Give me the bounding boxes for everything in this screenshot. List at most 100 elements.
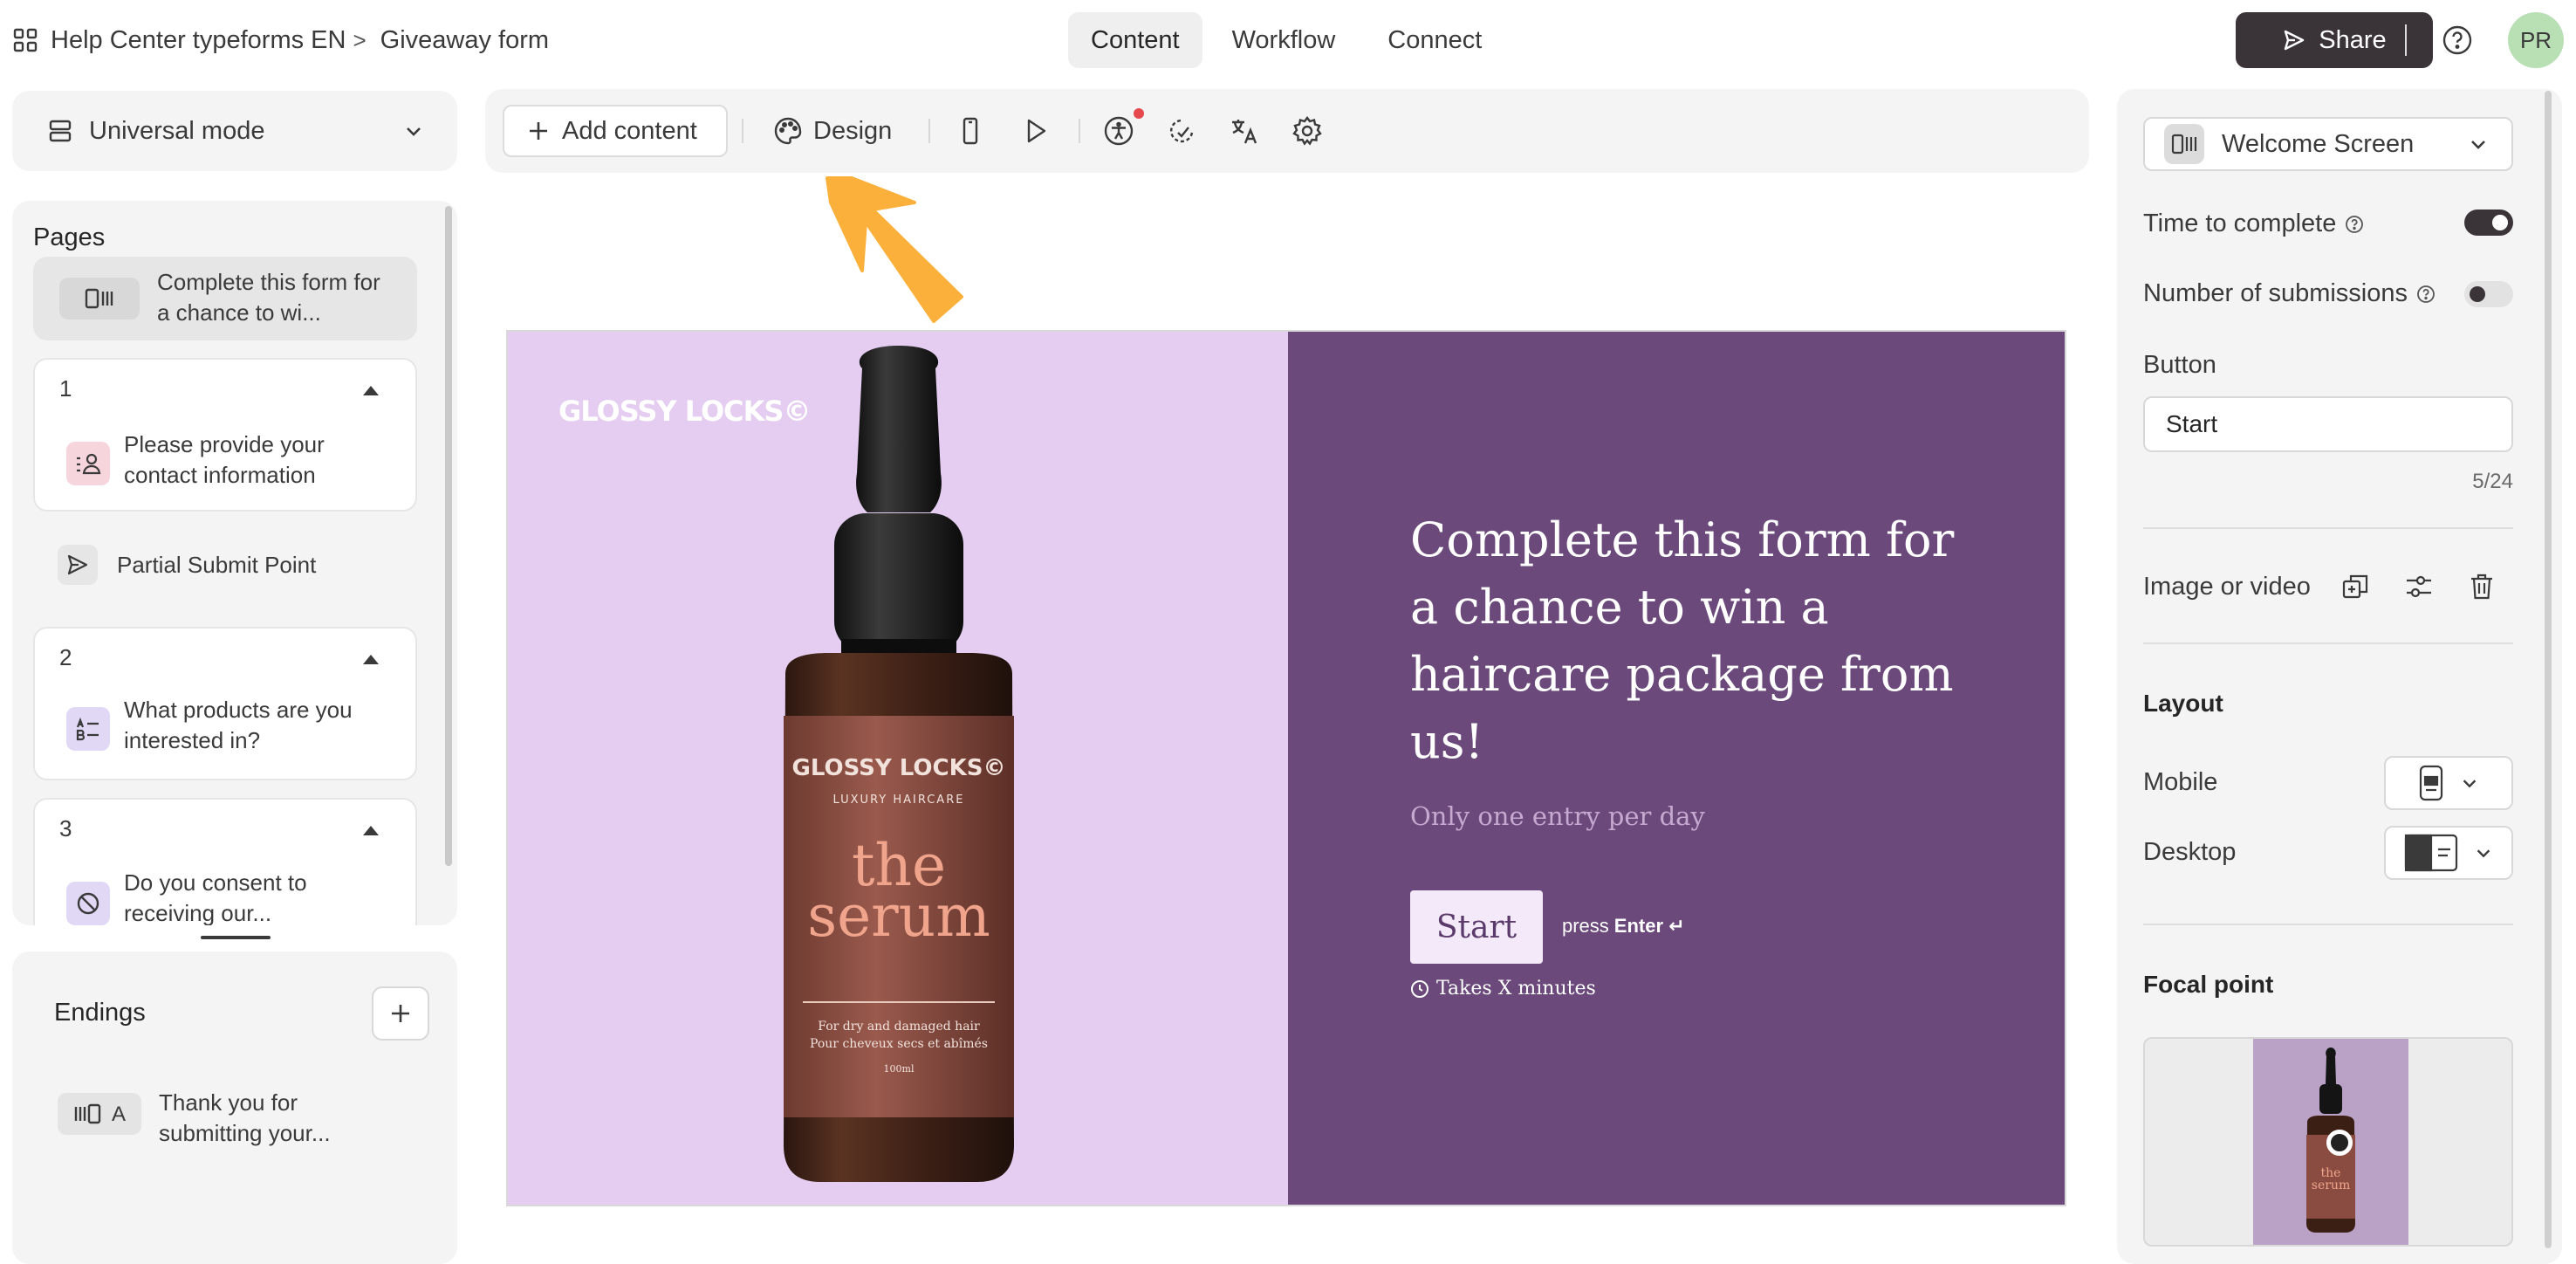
breadcrumb-workspace[interactable]: Help Center typeforms EN [51, 26, 346, 55]
desktop-layout-dropdown[interactable] [2384, 826, 2513, 880]
contact-info-icon [66, 442, 110, 485]
button-text-input[interactable]: Start [2143, 396, 2513, 452]
info-icon[interactable] [2345, 215, 2364, 234]
time-to-complete-label: Time to complete [2143, 210, 2337, 237]
section-divider [2143, 527, 2513, 529]
apps-grid-icon[interactable] [12, 27, 38, 53]
page-item-label: What products are you interested in? [124, 697, 353, 753]
collapse-icon[interactable] [363, 826, 379, 835]
group-number: 2 [59, 644, 72, 670]
screen-type-label: Welcome Screen [2222, 129, 2415, 158]
toolbar-divider [928, 119, 930, 143]
bottle-line-1: For dry and damaged hair [818, 1020, 980, 1034]
send-icon [2282, 28, 2306, 52]
page-item-welcome[interactable]: Complete this form for a chance to wi... [33, 257, 417, 340]
plus-icon [389, 1002, 412, 1025]
design-button[interactable]: Design [773, 105, 892, 157]
time-to-complete-hint: Takes X minutes [1410, 978, 1596, 1000]
desktop-layout-icon [2404, 834, 2458, 872]
collapse-icon[interactable] [363, 655, 379, 664]
tab-content[interactable]: Content [1068, 12, 1202, 68]
avatar[interactable]: PR [2508, 12, 2564, 68]
pages-scrollbar[interactable] [445, 206, 452, 866]
notification-dot [1134, 108, 1144, 119]
button-char-counter: 5/24 [2472, 470, 2513, 493]
design-label: Design [813, 116, 893, 145]
pages-title: Pages [33, 223, 106, 251]
settings-scrollbar[interactable] [2545, 91, 2552, 1248]
share-button[interactable]: Share [2236, 12, 2433, 68]
help-icon[interactable] [2442, 24, 2473, 56]
ending-screen-icon: A [58, 1093, 141, 1135]
play-preview-icon[interactable] [1019, 115, 1051, 147]
bottle-line-2: Pour cheveux secs et abîmés [810, 1037, 988, 1051]
collapse-icon[interactable] [363, 386, 379, 395]
chevron-down-icon [2468, 134, 2489, 155]
settings-panel: Welcome Screen Time to complete Number o… [2117, 89, 2562, 1264]
main-tabs: Content Workflow Connect [1068, 12, 1504, 68]
focal-point-title: Focal point [2143, 971, 2274, 998]
submissions-toggle[interactable] [2464, 281, 2513, 307]
ending-item[interactable]: A Thank you for submitting your... [58, 1088, 360, 1149]
mobile-layout-dropdown[interactable] [2384, 756, 2513, 810]
welcome-screen-icon [59, 278, 140, 319]
add-content-label: Add content [562, 116, 697, 145]
panel-resize-handle[interactable] [201, 936, 271, 939]
welcome-screen-icon [2164, 124, 2204, 164]
info-icon[interactable] [2416, 285, 2436, 304]
chevron-down-icon [2460, 773, 2479, 793]
bottle-tagline: LUXURY HAIRCARE [833, 793, 965, 807]
serum-bottle-image: GLOSSY LOCKS© LUXURY HAIRCARE the serum … [707, 342, 1091, 1198]
page-group-3[interactable]: 3 Do you consent to receiving our... [33, 798, 417, 925]
start-button[interactable]: Start [1410, 890, 1543, 964]
focal-point-handle[interactable] [2326, 1130, 2353, 1156]
accessibility-icon[interactable] [1103, 115, 1134, 147]
desktop-label: Desktop [2143, 838, 2237, 866]
welcome-headline[interactable]: Complete this form for a chance to win a… [1410, 506, 1969, 775]
page-item-label: Do you consent to receiving our... [124, 869, 307, 925]
adjust-sliders-icon[interactable] [2403, 571, 2435, 602]
welcome-description[interactable]: Only one entry per day [1410, 801, 1705, 831]
chevron-down-icon [403, 120, 424, 141]
bottle-word-serum: serum [807, 883, 990, 950]
annotation-arrow-icon [812, 166, 969, 323]
replace-media-icon[interactable] [2340, 571, 2372, 602]
layers-icon [47, 118, 73, 144]
chevron-down-icon [2474, 843, 2493, 862]
add-ending-button[interactable] [372, 986, 429, 1041]
partial-submit-icon [58, 545, 98, 585]
tab-workflow[interactable]: Workflow [1209, 12, 1359, 68]
press-label: press [1562, 915, 1609, 937]
breadcrumb-form-name[interactable]: Giveaway form [380, 26, 549, 55]
pages-panel: Pages Complete this form for a chance to… [12, 201, 457, 925]
clock-icon [1410, 979, 1429, 999]
page-group-1[interactable]: 1 Please provide your contact informatio… [33, 358, 417, 512]
mode-label: Universal mode [89, 116, 265, 145]
mobile-layout-icon [2418, 765, 2444, 801]
submissions-row: Number of submissions [2143, 279, 2436, 308]
form-preview[interactable]: GLOSSY LOCKS© GLOSSY LOCKS© LUXURY HAIRC… [506, 330, 2066, 1206]
add-content-button[interactable]: Add content [503, 105, 728, 157]
media-label: Image or video [2143, 573, 2311, 601]
breadcrumb: Help Center typeforms EN > Giveaway form [12, 21, 549, 59]
editor-toolbar: Add content Design [485, 89, 2089, 173]
plus-icon [527, 120, 550, 142]
focal-point-picker[interactable]: the serum [2143, 1037, 2513, 1247]
partial-submit-label: Partial Submit Point [117, 551, 317, 578]
partial-submit-point[interactable]: Partial Submit Point [58, 545, 316, 585]
tab-connect[interactable]: Connect [1365, 12, 1504, 68]
trash-icon[interactable] [2466, 571, 2497, 602]
section-divider [2143, 642, 2513, 644]
time-to-complete-toggle[interactable] [2464, 210, 2513, 236]
share-label: Share [2319, 25, 2387, 54]
page-group-2[interactable]: 2 What products are you interested in? [33, 627, 417, 780]
mode-select[interactable]: Universal mode [12, 91, 457, 171]
mobile-preview-icon[interactable] [955, 115, 986, 147]
translate-icon[interactable] [1229, 115, 1260, 147]
toolbar-divider [742, 119, 743, 143]
svg-text:serum: serum [2312, 1178, 2350, 1192]
logic-loader-icon[interactable] [1166, 115, 1197, 147]
preview-image-area: GLOSSY LOCKS© GLOSSY LOCKS© LUXURY HAIRC… [508, 332, 1288, 1205]
screen-type-select[interactable]: Welcome Screen [2143, 117, 2513, 171]
settings-gear-icon[interactable] [1291, 115, 1323, 147]
